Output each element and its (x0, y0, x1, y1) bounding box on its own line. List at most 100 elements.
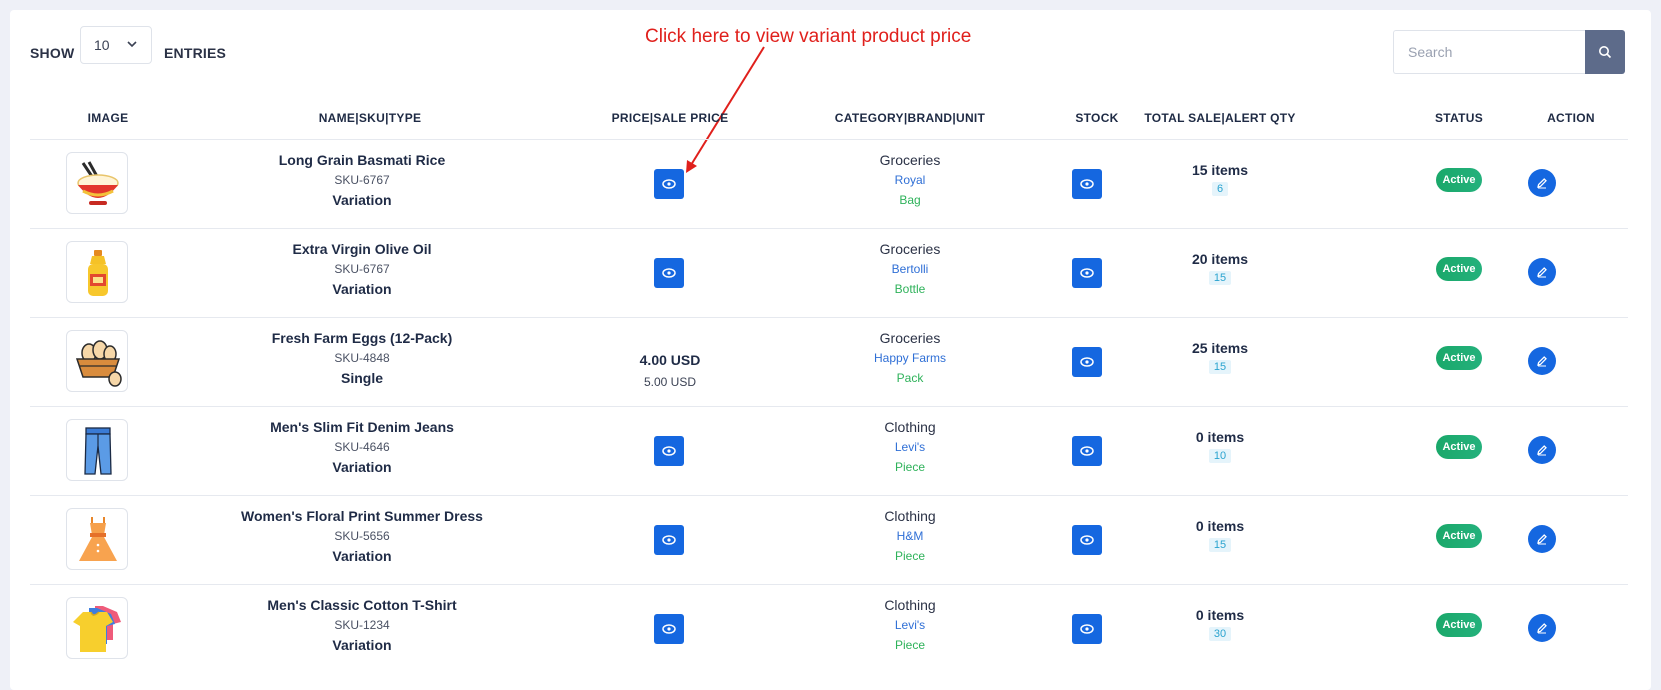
product-type: Variation (332, 281, 392, 297)
product-sku: SKU-6767 (334, 262, 390, 276)
header-status: STATUS (1434, 111, 1484, 125)
dress-icon (79, 517, 117, 561)
view-stock-button[interactable] (1072, 436, 1102, 466)
view-price-button[interactable] (654, 525, 684, 555)
product-name-cell: Long Grain Basmati Rice SKU-6767 Variati… (182, 140, 542, 208)
eye-icon (662, 535, 676, 545)
brand-link[interactable]: Royal (810, 173, 1010, 187)
unit-name: Piece (894, 638, 926, 652)
price-cell: 4.00 USD 5.00 USD (590, 318, 750, 389)
sale-qty-cell: 0 items 30 (1130, 585, 1310, 642)
eye-icon (1080, 624, 1094, 634)
status-badge: Active (1436, 257, 1482, 281)
header-category: CATEGORY|BRAND|UNIT (834, 111, 986, 125)
product-name: Fresh Farm Eggs (12-Pack) (271, 330, 453, 346)
header-stock: STOCK (1075, 111, 1119, 125)
category-name: Groceries (879, 241, 941, 257)
pencil-icon (1537, 623, 1547, 634)
product-sku: SKU-5656 (334, 529, 390, 543)
edit-button[interactable] (1528, 614, 1556, 642)
search-button[interactable] (1585, 30, 1625, 74)
product-name: Extra Virgin Olive Oil (292, 241, 432, 257)
brand-link[interactable]: Levi's (810, 618, 1010, 632)
eye-icon (662, 268, 676, 278)
view-price-button[interactable] (654, 258, 684, 288)
category-cell: Clothing H&M Piece (810, 496, 1010, 563)
view-price-button[interactable] (654, 169, 684, 199)
total-sale: 15 items (1191, 162, 1249, 178)
tshirt-icon (73, 606, 121, 652)
view-stock-button[interactable] (1072, 169, 1102, 199)
total-sale: 20 items (1191, 251, 1249, 267)
search-icon (1599, 46, 1612, 59)
product-sku: SKU-4848 (334, 351, 390, 365)
product-image (66, 597, 128, 659)
total-sale: 0 items (1195, 518, 1245, 534)
edit-button[interactable] (1528, 525, 1556, 553)
view-price-button[interactable] (654, 614, 684, 644)
view-stock-button[interactable] (1072, 525, 1102, 555)
table-row: Long Grain Basmati Rice SKU-6767 Variati… (10, 140, 1651, 228)
status-badge: Active (1436, 524, 1482, 548)
category-cell: Clothing Levi's Piece (810, 407, 1010, 474)
search-input[interactable] (1393, 30, 1585, 74)
table-row: Extra Virgin Olive Oil SKU-6767 Variatio… (10, 229, 1651, 317)
view-stock-button[interactable] (1072, 614, 1102, 644)
eye-icon (1080, 446, 1094, 456)
alert-qty-badge: 15 (1208, 538, 1232, 552)
category-cell: Groceries Happy Farms Pack (810, 318, 1010, 385)
eye-icon (1080, 535, 1094, 545)
sale-qty-cell: 25 items 15 (1130, 318, 1310, 375)
pencil-icon (1537, 267, 1547, 278)
pencil-icon (1537, 356, 1547, 367)
product-name-cell: Women's Floral Print Summer Dress SKU-56… (182, 496, 542, 564)
brand-link[interactable]: Happy Farms (810, 351, 1010, 365)
view-stock-button[interactable] (1072, 347, 1102, 377)
product-name: Men's Slim Fit Denim Jeans (270, 419, 454, 435)
status-badge: Active (1436, 168, 1482, 192)
unit-name: Piece (894, 460, 926, 474)
header-action: ACTION (1547, 111, 1595, 125)
edit-button[interactable] (1528, 258, 1556, 286)
category-cell: Clothing Levi's Piece (810, 585, 1010, 652)
product-type: Variation (332, 459, 392, 475)
category-cell: Groceries Royal Bag (810, 140, 1010, 207)
unit-name: Bag (899, 193, 921, 207)
sale-qty-cell: 20 items 15 (1130, 229, 1310, 286)
edit-button[interactable] (1528, 347, 1556, 375)
brand-link[interactable]: Bertolli (810, 262, 1010, 276)
table-row: Women's Floral Print Summer Dress SKU-56… (10, 496, 1651, 584)
view-stock-button[interactable] (1072, 258, 1102, 288)
category-name: Groceries (879, 152, 941, 168)
category-cell: Groceries Bertolli Bottle (810, 229, 1010, 296)
product-image (66, 241, 128, 303)
alert-qty-badge: 15 (1208, 360, 1232, 374)
product-image (66, 419, 128, 481)
product-name-cell: Men's Slim Fit Denim Jeans SKU-4646 Vari… (182, 407, 542, 475)
alert-qty-badge: 30 (1208, 627, 1232, 641)
sale-qty-cell: 15 items 6 (1130, 140, 1310, 197)
category-name: Clothing (884, 508, 936, 524)
alert-qty-badge: 15 (1208, 271, 1232, 285)
edit-button[interactable] (1528, 169, 1556, 197)
alert-qty-badge: 6 (1211, 182, 1229, 196)
edit-button[interactable] (1528, 436, 1556, 464)
product-sku: SKU-6767 (334, 173, 390, 187)
total-sale: 25 items (1191, 340, 1249, 356)
brand-link[interactable]: H&M (810, 529, 1010, 543)
eye-icon (1080, 357, 1094, 367)
pencil-icon (1537, 534, 1547, 545)
total-sale: 0 items (1195, 429, 1245, 445)
product-price: 4.00 USD (639, 352, 701, 368)
status-badge: Active (1436, 346, 1482, 370)
eye-icon (1080, 268, 1094, 278)
brand-link[interactable]: Levi's (810, 440, 1010, 454)
pencil-icon (1537, 178, 1547, 189)
eye-icon (662, 446, 676, 456)
view-price-button[interactable] (654, 436, 684, 466)
total-sale: 0 items (1195, 607, 1245, 623)
product-image (66, 508, 128, 570)
product-type: Single (340, 370, 383, 386)
table-row: Men's Slim Fit Denim Jeans SKU-4646 Vari… (10, 407, 1651, 495)
product-name-cell: Fresh Farm Eggs (12-Pack) SKU-4848 Singl… (182, 318, 542, 386)
